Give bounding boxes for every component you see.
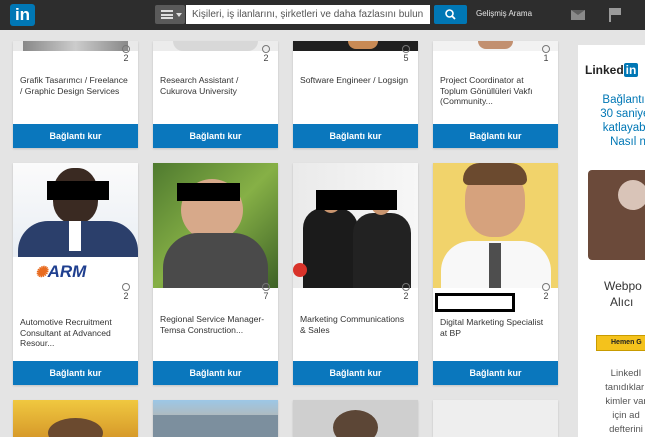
redaction-box	[177, 183, 240, 201]
person-headline: Marketing Communications & Sales	[300, 314, 405, 335]
person-card[interactable]: 5 Software Engineer / Logsign Bağlantı k…	[293, 41, 418, 148]
connect-button[interactable]: Bağlantı kur	[13, 124, 138, 148]
shared-connections-count: 2	[262, 45, 270, 63]
connect-button[interactable]: Bağlantı kur	[293, 361, 418, 385]
person-card[interactable]	[433, 400, 558, 437]
redaction-box	[435, 293, 515, 312]
shared-connections-count: 7	[262, 283, 270, 301]
person-card[interactable]	[293, 400, 418, 437]
shared-connections-count: 2	[402, 283, 410, 301]
search-input[interactable]	[186, 5, 430, 24]
advanced-search-link[interactable]: Gelişmiş Arama	[476, 9, 532, 18]
profile-photo[interactable]	[153, 400, 278, 437]
person-card[interactable]: ✺ARM 2 Automotive Recruitment Consultant…	[13, 163, 138, 385]
person-card[interactable]: 1 Project Coordinator at Toplum Gönüllül…	[433, 41, 558, 148]
person-card[interactable]: 7 Regional Service Manager- Temsa Constr…	[153, 163, 278, 385]
person-headline: Digital Marketing Specialist at BP	[440, 317, 544, 338]
address-book-icon	[588, 170, 645, 260]
person-card[interactable]: 2 Marketing Communications & Sales Bağla…	[293, 163, 418, 385]
ad-brand-logo: Linked in	[585, 63, 639, 77]
person-headline: Research Assistant / Cukurova University	[160, 75, 239, 96]
person-card[interactable]	[153, 400, 278, 437]
person-headline: Regional Service Manager- Temsa Construc…	[160, 314, 265, 335]
ad-body-text: LinkedI tanıdıkları kimler var için ad d…	[605, 368, 645, 435]
profile-photo[interactable]	[13, 400, 138, 437]
redaction-box	[316, 190, 397, 210]
profile-photo[interactable]	[13, 41, 138, 51]
connect-button[interactable]: Bağlantı kur	[433, 361, 558, 385]
linkedin-logo[interactable]: in	[10, 4, 35, 26]
person-card[interactable]	[13, 400, 138, 437]
profile-photo[interactable]	[293, 41, 418, 51]
connect-button[interactable]: Bağlantı kur	[293, 124, 418, 148]
person-headline: Project Coordinator at Toplum Gönüllüler…	[440, 75, 533, 106]
profile-photo[interactable]	[153, 41, 278, 51]
shared-connections-count: 5	[402, 45, 410, 63]
profile-photo[interactable]	[433, 400, 558, 437]
profile-photo[interactable]	[293, 400, 418, 437]
profile-photo[interactable]	[293, 163, 418, 288]
ad-cta-button[interactable]: Hemen G	[596, 335, 645, 351]
connect-button[interactable]: Bağlantı kur	[153, 361, 278, 385]
company-logo: ✺ARM	[35, 262, 87, 281]
ad-headline: Bağlantıla 30 saniyed katlayabili Nasıl …	[600, 94, 645, 148]
person-headline: Software Engineer / Logsign	[300, 75, 408, 85]
shared-connections-count: 2	[122, 45, 130, 63]
hamburger-icon	[161, 10, 173, 19]
shared-connections-count: 2	[542, 283, 550, 301]
menu-button[interactable]	[155, 5, 185, 24]
shared-connections-count: 2	[122, 283, 130, 301]
search-button[interactable]	[434, 5, 467, 24]
ad-subtitle: Webpo Alıcı	[604, 279, 642, 309]
profile-photo[interactable]	[433, 41, 558, 51]
connect-button[interactable]: Bağlantı kur	[153, 124, 278, 148]
person-card[interactable]: 2 Research Assistant / Cukurova Universi…	[153, 41, 278, 148]
mail-icon[interactable]	[571, 10, 585, 20]
person-headline: Grafik Tasarımcı / Freelance / Graphic D…	[20, 75, 128, 96]
person-card[interactable]: 2 Digital Marketing Specialist at BP Bağ…	[433, 163, 558, 385]
person-card[interactable]: 2 Grafik Tasarımcı / Freelance / Graphic…	[13, 41, 138, 148]
person-headline: Automotive Recruitment Consultant at Adv…	[20, 317, 112, 348]
connect-button[interactable]: Bağlantı kur	[433, 124, 558, 148]
chevron-down-icon	[176, 13, 182, 17]
profile-photo[interactable]	[433, 163, 558, 288]
profile-photo[interactable]	[13, 163, 138, 257]
advertisement-panel[interactable]: Linkedin Bağlantıla 30 saniyed katlayabi…	[578, 45, 645, 437]
shared-connections-count: 1	[542, 45, 550, 63]
connect-button[interactable]: Bağlantı kur	[13, 361, 138, 385]
redaction-box	[47, 181, 109, 200]
notifications-flag-icon[interactable]	[609, 8, 621, 22]
profile-photo[interactable]	[153, 163, 278, 288]
top-navigation-bar: in Gelişmiş Arama	[0, 0, 645, 30]
search-icon	[445, 9, 456, 20]
